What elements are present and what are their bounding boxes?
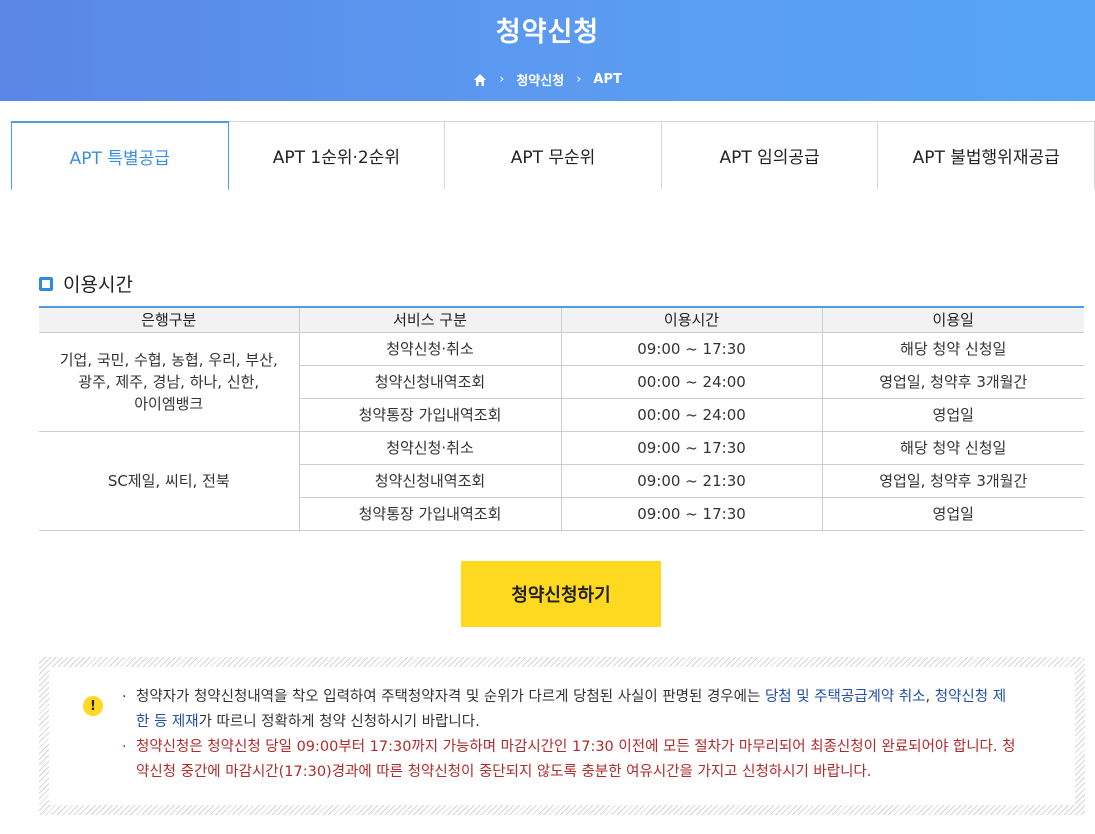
tab-apt-illegal-resupply[interactable]: APT 불법행위재공급 [877, 121, 1095, 189]
bank-cell: 기업, 국민, 수협, 농협, 우리, 부산, 광주, 제주, 경남, 하나, … [39, 332, 299, 432]
notice-box: ! · 청약자가 청약신청내역을 착오 입력하여 주택청약자격 및 순위가 다르… [39, 657, 1085, 815]
bullet-dot: · [122, 739, 127, 755]
notice-text: 청약자가 청약신청내역을 착오 입력하여 주택청약자격 및 순위가 다르게 당첨… [136, 689, 765, 705]
bank-cell: SC제일, 씨티, 전북 [39, 431, 299, 531]
days-cell: 영업일, 청약후 3개월간 [821, 464, 1084, 498]
table-row: SC제일, 씨티, 전북 청약신청·취소 09:00 ~ 17:30 해당 청약… [39, 431, 1084, 531]
notice-text: 가 따르니 정확하게 청약 신청하시기 바랍니다. [198, 714, 480, 730]
service-cell: 청약통장 가입내역조회 [298, 497, 561, 531]
notice-content: ! · 청약자가 청약신청내역을 착오 입력하여 주택청약자격 및 순위가 다르… [49, 667, 1075, 805]
tab-apt-special[interactable]: APT 특별공급 [11, 121, 229, 190]
notice-highlight: 당첨 및 주택공급계약 취소 [764, 689, 926, 705]
time-cell: 09:00 ~ 21:30 [560, 464, 822, 498]
tab-apt-no-rank[interactable]: APT 무순위 [444, 121, 662, 189]
home-icon[interactable] [473, 73, 487, 87]
bullet-dot: · [122, 689, 127, 705]
bank-line: 아이엠뱅크 [134, 394, 204, 413]
bank-line: SC제일, 씨티, 전북 [107, 471, 230, 490]
page-title: 청약신청 [495, 17, 600, 48]
column-header: 은행구분 [39, 307, 299, 333]
bank-line: 기업, 국민, 수협, 농협, 우리, 부산, [59, 350, 278, 369]
time-cell: 00:00 ~ 24:00 [560, 365, 822, 399]
days-cell: 영업일 [821, 398, 1084, 432]
table-header-row: 은행구분 서비스 구분 이용시간 이용일 [39, 307, 1084, 333]
tab-apt-optional[interactable]: APT 임의공급 [660, 121, 879, 189]
notice-text: , [925, 689, 935, 705]
time-cell: 09:00 ~ 17:30 [560, 497, 822, 531]
notice-item-deadline: · 청약신청은 청약신청 당일 09:00부터 17:30까지 가능하며 마감시… [122, 735, 1016, 785]
breadcrumb: › 청약신청 › APT [0, 70, 1095, 89]
days-cell: 해당 청약 신청일 [821, 431, 1084, 465]
tab-bar: APT 특별공급 APT 1순위·2순위 APT 무순위 APT 임의공급 AP… [11, 121, 1095, 190]
service-cell: 청약신청·취소 [298, 431, 561, 465]
days-cell: 해당 청약 신청일 [821, 332, 1084, 366]
service-cell: 청약통장 가입내역조회 [298, 398, 561, 432]
page-header: 청약신청 › 청약신청 › APT [0, 0, 1095, 101]
column-header: 서비스 구분 [298, 307, 561, 333]
table-row: 기업, 국민, 수협, 농협, 우리, 부산, 광주, 제주, 경남, 하나, … [39, 332, 1084, 432]
notice-text: 청약신청은 청약신청 당일 09:00부터 17:30까지 가능하며 마감시간인… [136, 739, 1016, 780]
section-title: 이용시간 [63, 274, 133, 296]
breadcrumb-item-apt[interactable]: APT [593, 72, 621, 87]
column-header: 이용일 [821, 307, 1084, 333]
apply-button[interactable]: 청약신청하기 [461, 561, 661, 627]
chevron-right-icon: › [499, 72, 505, 87]
exclamation-icon: ! [83, 696, 103, 716]
column-header: 이용시간 [560, 307, 822, 333]
notice-item-error-entry: · 청약자가 청약신청내역을 착오 입력하여 주택청약자격 및 순위가 다르게 … [122, 685, 1016, 735]
breadcrumb-item-apply[interactable]: 청약신청 [516, 70, 564, 89]
days-cell: 영업일 [821, 497, 1084, 531]
bank-line: 광주, 제주, 경남, 하나, 신한, [78, 372, 260, 391]
service-cell: 청약신청·취소 [298, 332, 561, 366]
time-cell: 09:00 ~ 17:30 [560, 332, 822, 366]
tab-apt-rank[interactable]: APT 1순위·2순위 [227, 121, 446, 189]
days-cell: 영업일, 청약후 3개월간 [821, 365, 1084, 399]
service-cell: 청약신청내역조회 [298, 365, 561, 399]
time-cell: 00:00 ~ 24:00 [560, 398, 822, 432]
square-bullet-icon [39, 276, 53, 291]
hours-table: 은행구분 서비스 구분 이용시간 이용일 기업, 국민, 수협, 농협, 우리,… [39, 306, 1084, 531]
section-heading: 이용시간 [39, 270, 133, 297]
time-cell: 09:00 ~ 17:30 [560, 431, 822, 465]
service-cell: 청약신청내역조회 [298, 464, 561, 498]
chevron-right-icon: › [576, 72, 582, 87]
